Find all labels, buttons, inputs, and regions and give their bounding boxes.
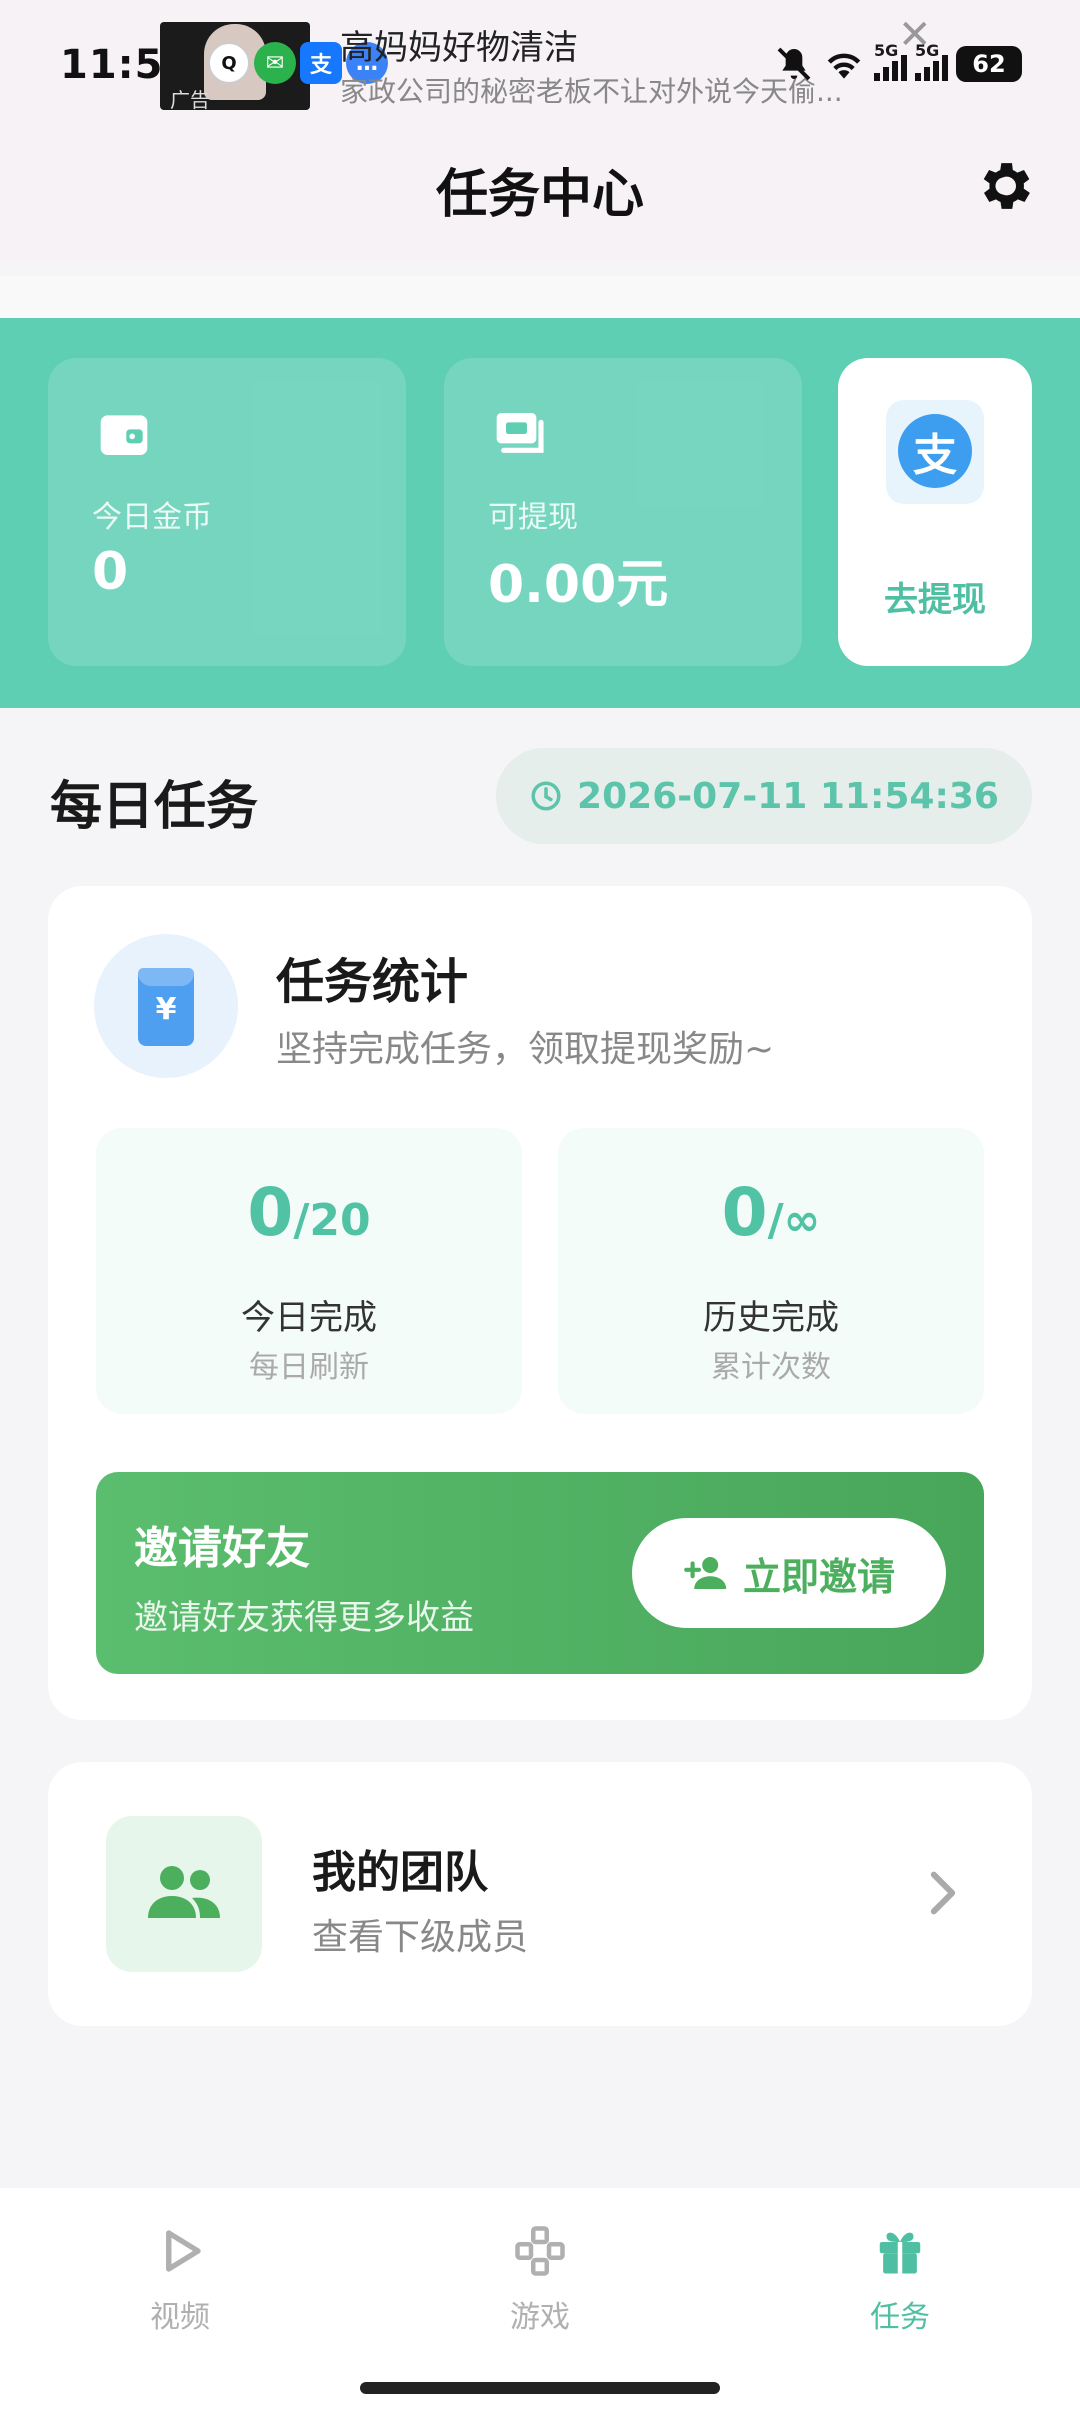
team-subtitle: 查看下级成员 [312, 1917, 529, 1958]
nav-video[interactable]: 视频 [0, 2224, 360, 2336]
mute-icon [777, 47, 811, 81]
red-packet-icon: ¥ [94, 934, 238, 1078]
my-team-card[interactable]: 我的团队 查看下级成员 [48, 1762, 1032, 2026]
history-completed-hint: 累计次数 [711, 1350, 831, 1385]
gift-icon [879, 2232, 921, 2274]
team-title: 我的团队 [312, 1847, 488, 1898]
today-completed-total: /20 [293, 1195, 371, 1246]
gamepad-icon [515, 2226, 565, 2276]
signal-icon: 5G [874, 41, 907, 81]
home-indicator[interactable] [360, 2382, 720, 2394]
bottom-nav: 视频 游戏 任务 [0, 2188, 1080, 2415]
invite-subtitle: 邀请好友获得更多收益 [134, 1598, 474, 1638]
alipay-icon: 支 [300, 42, 342, 84]
today-completed-label: 今日完成 [241, 1298, 377, 1338]
invite-banner: 邀请好友 邀请好友获得更多收益 立即邀请 [96, 1472, 984, 1674]
withdrawable-card: 可提现 0.00元 [444, 358, 802, 666]
history-completed-count: 0 [721, 1174, 768, 1251]
nav-tasks-label: 任务 [870, 2300, 930, 2335]
team-icon [106, 1816, 262, 1972]
wallet-icon [100, 415, 148, 455]
datetime-text: 2026-07-11 11:54:36 [577, 775, 999, 817]
wallet-banner: 今日金币 0 可提现 0.00元 支 去提现 [0, 318, 1080, 708]
page-title: 任务中心 [435, 165, 644, 225]
notification-ad-tag: 广告 [170, 88, 210, 110]
today-completed-stat: 0/20 今日完成 每日刷新 [96, 1128, 522, 1414]
alipay-icon: 支 [886, 400, 984, 504]
section-title: 每日任务 [50, 777, 259, 837]
top-bar: 11:54 广告 Q ✉ 支 … 高妈妈好物清洁 家政公司的秘密老板不让对外说今… [0, 0, 1080, 262]
clock-icon [531, 781, 561, 811]
qq-icon: Q [208, 42, 250, 84]
today-coins-label: 今日金币 [92, 500, 212, 535]
nav-games[interactable]: 游戏 [360, 2224, 720, 2336]
wifi-icon [827, 53, 861, 79]
nav-tasks[interactable]: 任务 [720, 2224, 1080, 2336]
invite-button-label: 立即邀请 [742, 1554, 895, 1599]
notification-title[interactable]: 高妈妈好物清洁 [340, 20, 578, 69]
chevron-right-icon [930, 1871, 956, 1915]
nav-games-label: 游戏 [510, 2300, 570, 2335]
today-completed-count: 0 [247, 1174, 294, 1251]
invite-title: 邀请好友 [134, 1523, 310, 1574]
invite-now-button[interactable]: 立即邀请 [632, 1518, 946, 1628]
today-completed-hint: 每日刷新 [249, 1350, 369, 1385]
play-icon [166, 2230, 201, 2272]
withdrawable-value: 0.00元 [488, 555, 669, 615]
today-coins-card: 今日金币 0 [48, 358, 406, 666]
history-completed-total: /∞ [767, 1195, 821, 1246]
withdraw-button-label: 去提现 [884, 580, 986, 620]
add-user-icon [684, 1557, 727, 1589]
history-completed-label: 历史完成 [703, 1298, 839, 1338]
battery-indicator: 62 [956, 46, 1022, 82]
nav-video-label: 视频 [150, 2300, 210, 2335]
gear-icon[interactable] [972, 154, 1036, 218]
signal-icon: 5G [915, 41, 948, 81]
task-stats-title: 任务统计 [276, 954, 469, 1010]
today-coins-value: 0 [92, 542, 129, 602]
withdraw-button[interactable]: 支 去提现 [838, 358, 1032, 666]
task-stats-subtitle: 坚持完成任务，领取提现奖励~ [276, 1029, 775, 1070]
divider [0, 276, 1080, 318]
task-stats-card: ¥ 任务统计 坚持完成任务，领取提现奖励~ 0/20 今日完成 每日刷新 0/∞… [48, 886, 1032, 1720]
wechat-icon: ✉ [254, 42, 296, 84]
withdrawable-label: 可提现 [488, 500, 578, 535]
history-completed-stat: 0/∞ 历史完成 累计次数 [558, 1128, 984, 1414]
system-status-icons: 5G 5G 62 [774, 41, 1022, 84]
datetime-badge: 2026-07-11 11:54:36 [496, 748, 1032, 844]
cash-icon [496, 413, 544, 453]
